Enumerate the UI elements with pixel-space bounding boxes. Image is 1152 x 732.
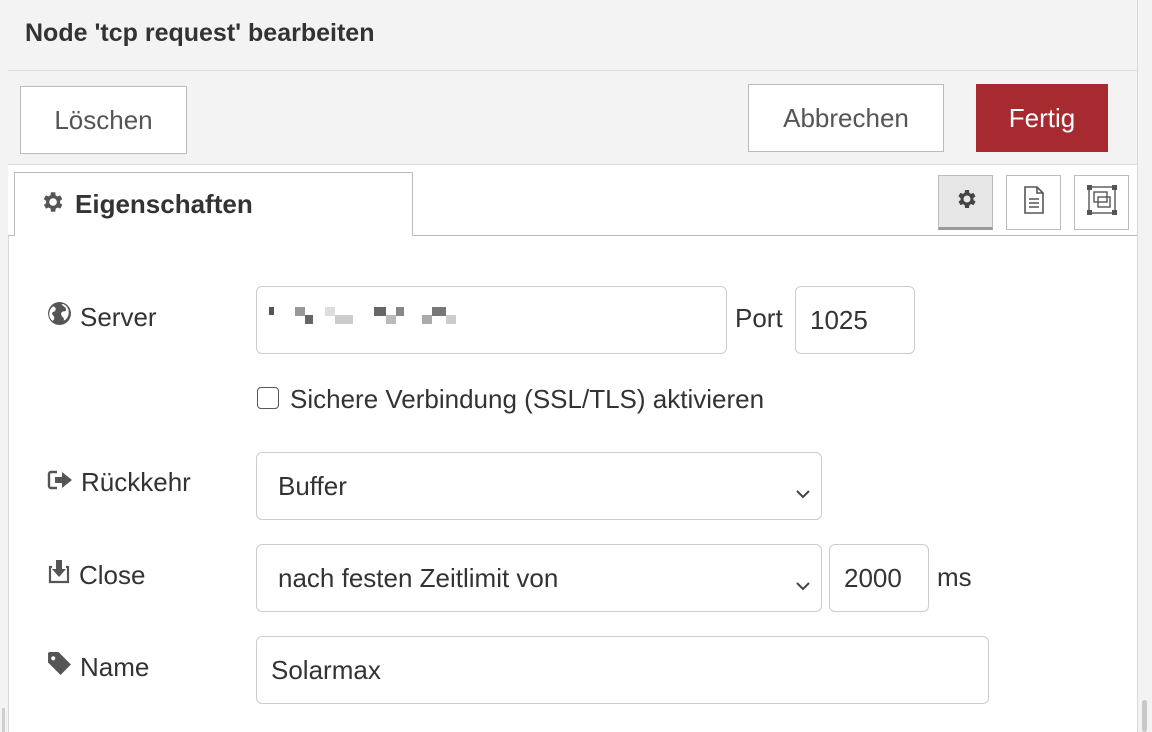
dialog-header: Node 'tcp request' bearbeiten [8,0,1137,71]
name-label-text: Name [80,651,150,682]
left-scrollbar[interactable] [2,708,5,732]
right-panel-edge [1137,0,1152,732]
server-input[interactable] [256,286,727,354]
description-tab-button[interactable] [1006,175,1061,230]
tab-properties-label: Eigenschaften [75,189,253,219]
appearance-icon [1086,184,1118,221]
sign-out-icon [47,467,81,498]
settings-tab-button[interactable] [938,175,993,230]
tab-bar: Eigenschaften [8,165,1137,236]
ssl-checkbox-label[interactable]: Sichere Verbindung (SSL/TLS) aktivieren [290,384,764,415]
return-label: Rückkehr [47,467,191,498]
close-select-value: nach festen Zeitlimit von [278,562,559,593]
return-select[interactable]: Buffer [256,452,822,520]
timeout-input[interactable]: 2000 [829,544,929,612]
document-icon [1021,185,1047,220]
chevron-down-icon [795,478,811,509]
tag-icon [47,651,80,683]
return-label-text: Rückkehr [81,467,191,497]
server-label: Server [47,301,157,333]
gear-icon [954,187,978,216]
ssl-checkbox[interactable] [257,387,279,409]
globe-icon [47,301,80,333]
name-input[interactable]: Solarmax [256,636,989,704]
dialog-toolbar: Löschen Abbrechen Fertig [8,71,1137,165]
done-button[interactable]: Fertig [976,84,1108,152]
port-label: Port [735,303,783,333]
scrollbar-thumb[interactable] [1142,700,1147,732]
port-input[interactable]: 1025 [795,286,915,354]
return-select-value: Buffer [278,470,347,501]
gear-icon [39,189,65,220]
tab-properties[interactable]: Eigenschaften [14,172,413,236]
close-label-text: Close [79,560,146,590]
close-label: Close [47,559,145,592]
timeout-unit: ms [937,562,972,592]
download-icon [47,559,79,592]
cancel-button[interactable]: Abbrechen [748,84,944,152]
appearance-tab-button[interactable] [1074,175,1129,230]
chevron-down-icon [795,570,811,601]
close-select[interactable]: nach festen Zeitlimit von [256,544,822,612]
dialog-title: Node 'tcp request' bearbeiten [25,19,375,47]
name-label: Name [47,651,149,683]
delete-button[interactable]: Löschen [20,86,187,154]
server-label-text: Server [80,301,157,332]
